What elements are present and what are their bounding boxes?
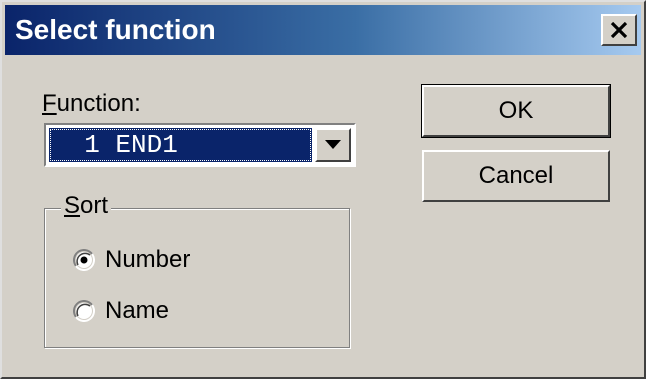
- sort-option-number[interactable]: Number: [73, 246, 190, 274]
- title-bar[interactable]: Select function: [5, 5, 641, 55]
- radio-selected-icon[interactable]: [73, 249, 95, 271]
- function-label: Function:: [42, 90, 141, 117]
- function-combobox[interactable]: 1 END1: [44, 123, 356, 167]
- function-dropdown-button[interactable]: [315, 128, 351, 162]
- sort-group-label: Sort: [61, 192, 112, 220]
- radio-unselected-icon[interactable]: [73, 300, 95, 322]
- sort-option-name[interactable]: Name: [73, 297, 169, 325]
- chevron-down-icon: [325, 140, 341, 149]
- window-title: Select function: [15, 14, 216, 45]
- function-selected-value[interactable]: 1 END1: [49, 128, 312, 162]
- ok-button[interactable]: OK: [421, 84, 611, 138]
- cancel-button[interactable]: Cancel: [422, 150, 610, 202]
- close-icon: [610, 22, 628, 38]
- sort-groupbox: Sort Number Name: [44, 192, 350, 348]
- sort-option-number-label: Number: [105, 246, 191, 273]
- select-function-dialog: Select function Function: 1 END1 Sort Nu…: [0, 0, 646, 379]
- sort-option-name-label: Name: [105, 297, 170, 324]
- close-button[interactable]: [601, 14, 637, 46]
